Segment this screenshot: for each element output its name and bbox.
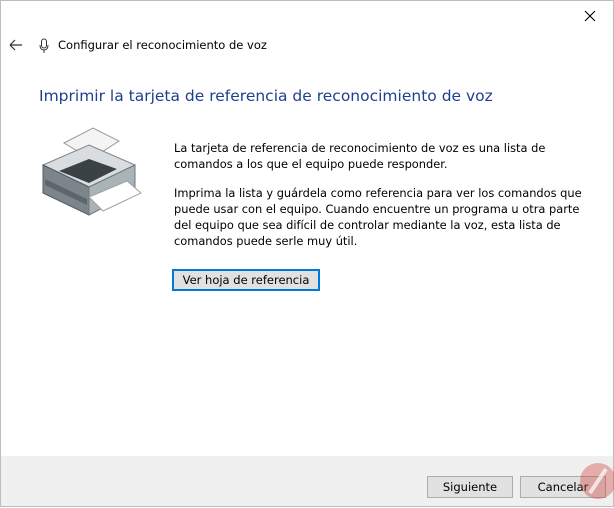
back-arrow-icon bbox=[9, 39, 22, 51]
description-paragraph: La tarjeta de referencia de reconocimien… bbox=[174, 141, 546, 171]
view-reference-sheet-button[interactable]: Ver hoja de referencia bbox=[172, 269, 320, 291]
next-button[interactable]: Siguiente bbox=[427, 476, 513, 498]
speech-setup-window: Configurar el reconocimiento de voz Impr… bbox=[0, 0, 614, 507]
close-button[interactable] bbox=[567, 1, 613, 31]
back-button[interactable] bbox=[7, 36, 25, 54]
printer-icon bbox=[41, 127, 142, 216]
instructions-paragraph: Imprima la lista y guárdela como referen… bbox=[174, 186, 582, 248]
window-title: Configurar el reconocimiento de voz bbox=[58, 38, 267, 52]
page-heading: Imprimir la tarjeta de referencia de rec… bbox=[39, 87, 493, 105]
microphone-icon bbox=[39, 38, 49, 53]
close-icon bbox=[584, 10, 596, 22]
watermark-logo bbox=[580, 463, 614, 499]
